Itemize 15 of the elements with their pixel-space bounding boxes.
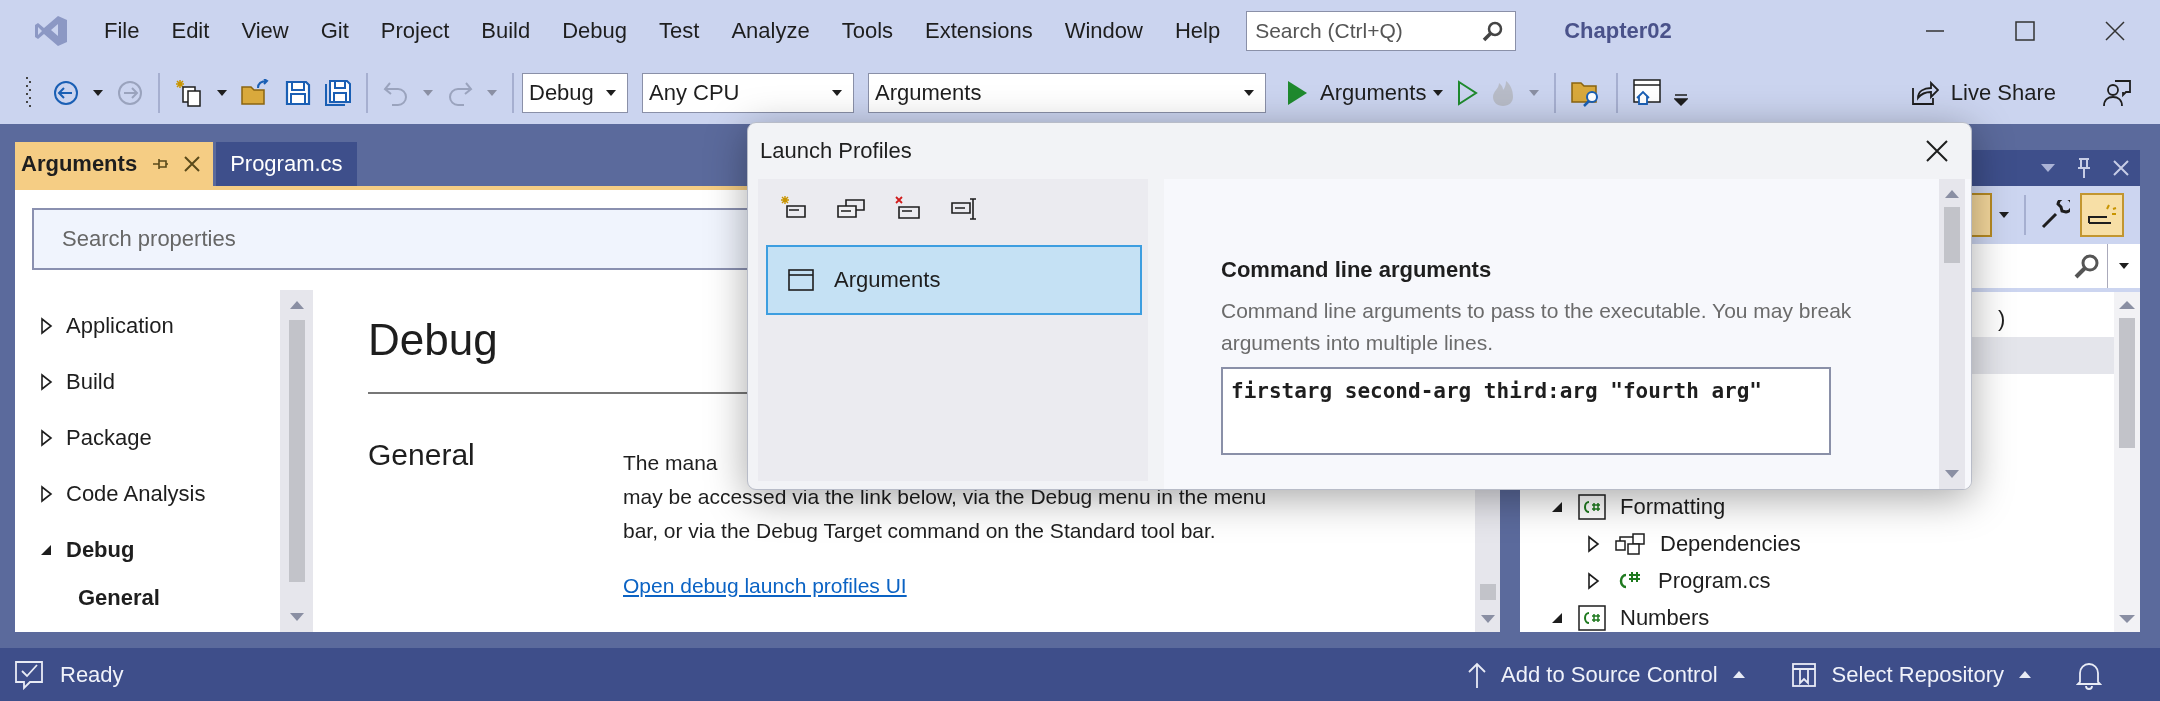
description-text: The mana [623, 450, 718, 476]
tree-item-label: Numbers [1620, 604, 1710, 631]
setting-description: Command line arguments to pass to the executable. You may break arguments into multiple lines. [1221, 298, 1853, 356]
tree-item-label: Program.cs [1658, 567, 1771, 594]
window-title: Chapter02 [1564, 18, 1672, 44]
tree-item-label: Formatting [1620, 493, 1726, 520]
description-text: bar, or via the Debug Target command on the Standard tool bar. [623, 518, 1216, 544]
dialog-title: Launch Profiles [760, 138, 912, 164]
status-text: Ready [60, 661, 124, 688]
description-text: may be accessed via the link below, via the Debug menu in the menu [623, 484, 1267, 510]
section-heading: General [368, 438, 476, 473]
setting-label: Command line arguments [1221, 257, 1493, 283]
profile-name: Arguments [834, 267, 941, 293]
tree-item-label: Dependencies [1660, 530, 1801, 557]
page-heading: Debug [368, 314, 498, 366]
